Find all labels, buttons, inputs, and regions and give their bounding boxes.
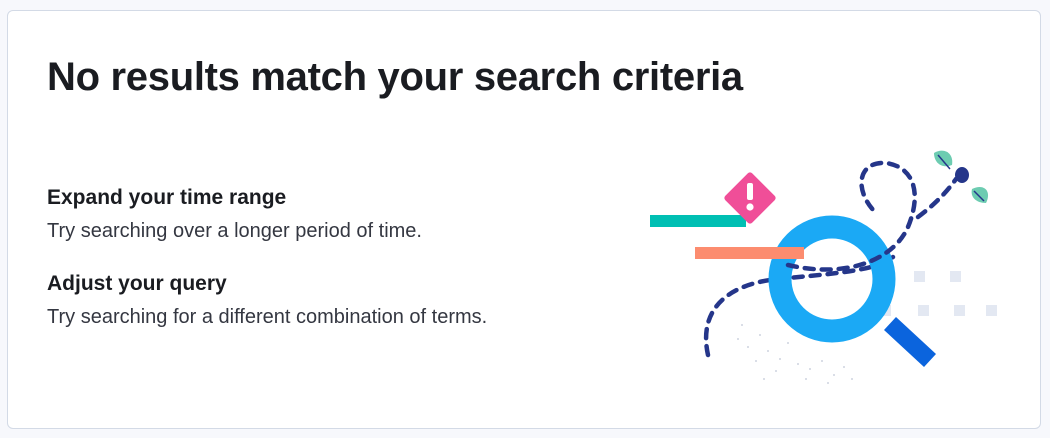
dashed-trail-top xyxy=(785,160,917,272)
empty-state-panel: No results match your search criteria Ex… xyxy=(7,10,1041,429)
tip-adjust-query: Adjust your query Try searching for a di… xyxy=(47,272,487,329)
magnifier-handle xyxy=(884,317,936,367)
tip-heading: Adjust your query xyxy=(47,272,227,295)
tip-text: Try searching for a different combinatio… xyxy=(47,306,488,328)
teal-bar xyxy=(650,215,746,227)
dashed-trail-right xyxy=(915,176,959,220)
tip-expand-time-range: Expand your time range Try searching ove… xyxy=(47,186,422,243)
coral-bar xyxy=(695,247,804,259)
page-title: No results match your search criteria xyxy=(47,55,743,99)
tip-text: Try searching over a longer period of ti… xyxy=(47,220,422,242)
tip-heading: Expand your time range xyxy=(47,186,287,209)
no-results-illustration xyxy=(650,150,997,384)
